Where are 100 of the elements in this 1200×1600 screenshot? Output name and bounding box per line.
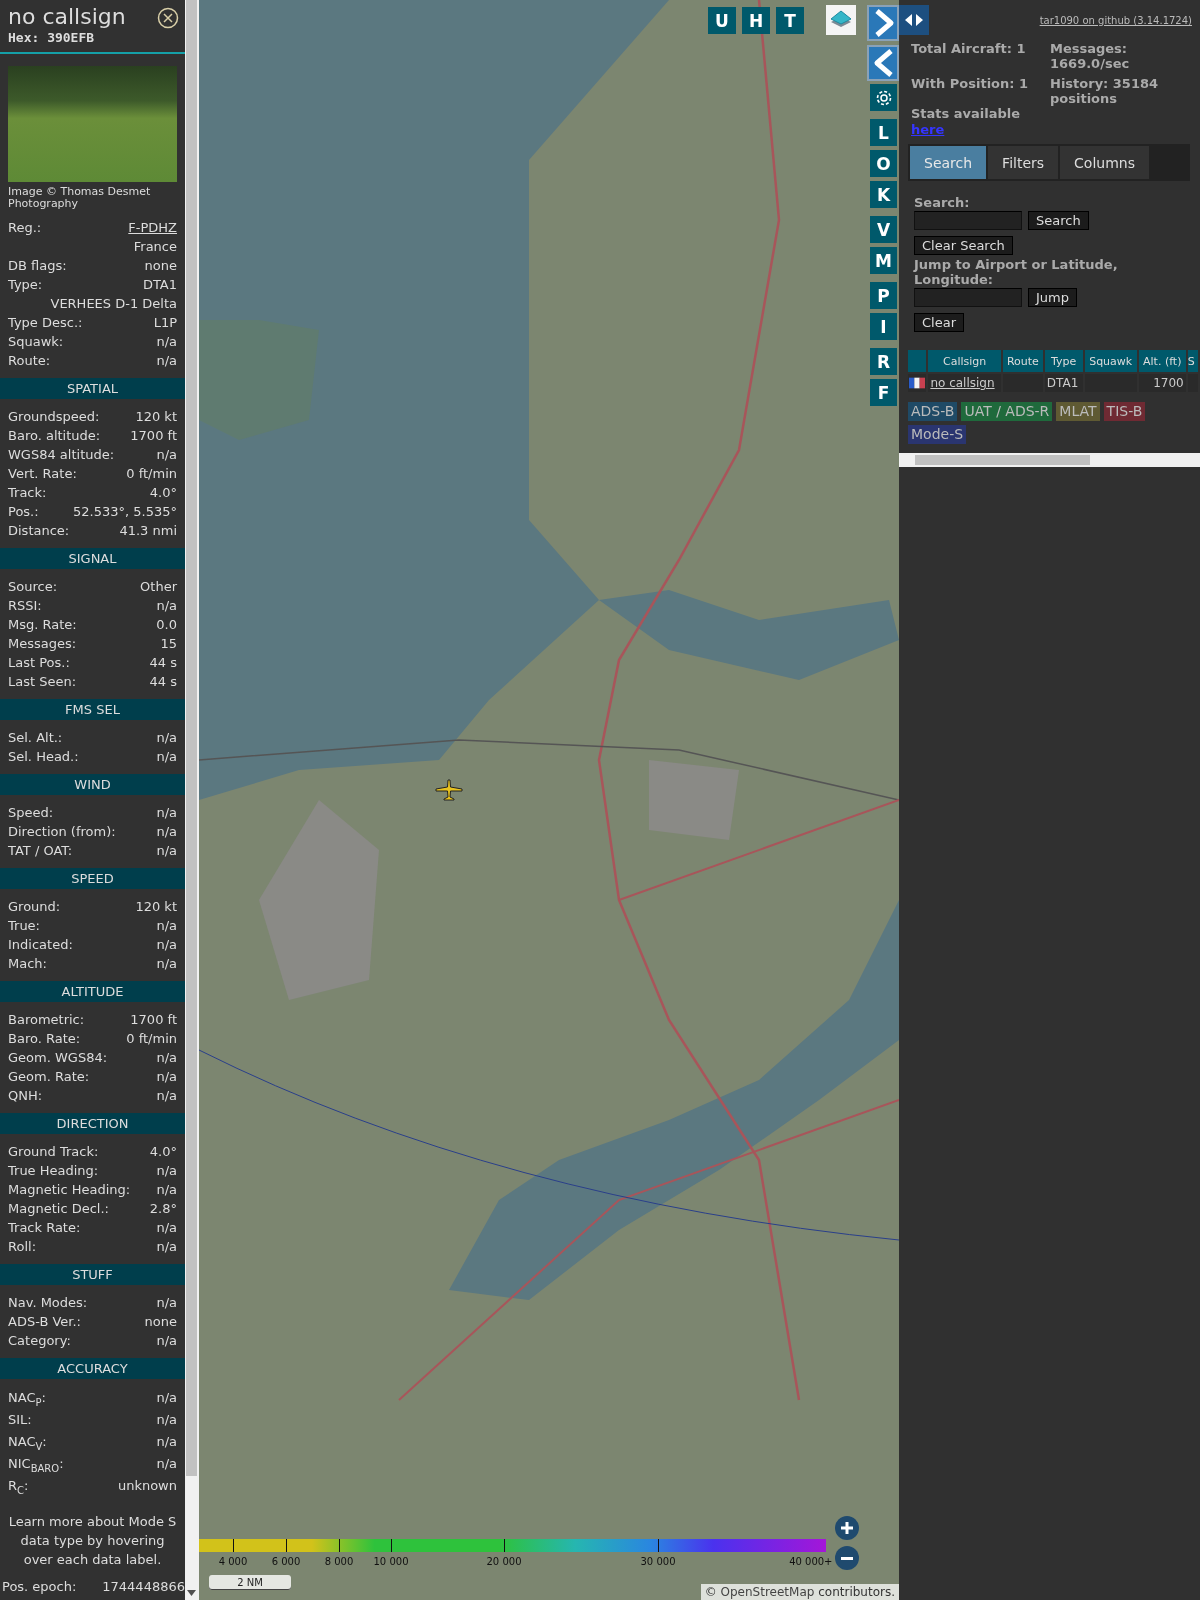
field-value: n/a	[156, 1411, 177, 1429]
clear-search-button[interactable]: Clear Search	[914, 236, 1013, 255]
field-label: Last Pos.:	[8, 654, 70, 672]
map-toggle-button[interactable]: O	[870, 150, 897, 177]
field-label: True:	[8, 917, 40, 935]
column-header[interactable]: Type	[1044, 350, 1083, 372]
search-field[interactable]	[914, 211, 1022, 230]
help-note: Learn more about Mode S data type by hovering over each data label.	[7, 1513, 178, 1569]
field-value: n/a	[156, 1238, 177, 1256]
field-value: n/a	[156, 1087, 177, 1105]
map-toggle-button[interactable]: P	[870, 282, 897, 309]
left-chevron-icon	[869, 47, 897, 79]
stat-text: Messages: 1669.0/sec	[1050, 40, 1131, 71]
map-toggle-button[interactable]: L	[870, 119, 897, 146]
field-value: 0 ft/min	[126, 465, 177, 483]
column-header[interactable]: Route	[1002, 350, 1043, 372]
field-label: Indicated:	[8, 936, 73, 954]
map-toggle-button[interactable]: V	[870, 216, 897, 243]
field-label: Barometric:	[8, 1011, 85, 1029]
field-label: QNH:	[8, 1087, 43, 1105]
altitude-label: 6 000	[271, 1556, 301, 1567]
column-header[interactable]: S	[1187, 350, 1198, 372]
map-toggle-button[interactable]: R	[870, 348, 897, 375]
panel-toggle-button[interactable]	[899, 5, 929, 35]
map-toggle-button[interactable]: M	[870, 247, 897, 274]
field-label: Speed:	[8, 804, 54, 822]
field-value: 1700 ft	[130, 427, 177, 445]
field-value: n/a	[156, 1162, 177, 1180]
field-label: NIC$_{BARO}$:	[8, 1455, 64, 1475]
openstreetmap-link[interactable]: OpenStreetMap	[720, 1585, 815, 1599]
field-value: n/a	[156, 955, 177, 973]
source-tag: Mode-S	[908, 425, 967, 444]
field-value: n/a	[156, 446, 177, 464]
field-value: n/a	[156, 804, 177, 822]
field-value: 15	[160, 635, 177, 653]
field-value: n/a	[156, 729, 177, 747]
field-value: n/a	[156, 597, 177, 615]
field-label: NAC$_{P}$:	[8, 1389, 46, 1409]
field-value: VERHEES D-1 Delta	[50, 295, 177, 313]
registration-link[interactable]: F-PDHZ	[128, 218, 177, 237]
tab[interactable]: Search	[910, 146, 987, 179]
field-label: Track:	[8, 484, 47, 502]
map-toggle-button[interactable]: K	[870, 181, 897, 208]
aircraft-icon[interactable]	[435, 778, 463, 802]
field-value: n/a	[156, 1389, 177, 1407]
field-label: RSSI:	[8, 597, 42, 615]
settings-button[interactable]	[870, 84, 897, 111]
jump-button[interactable]: Jump	[1028, 288, 1077, 307]
github-link[interactable]: tar1090 on github (3.14.1724)	[1039, 15, 1192, 26]
field-label: Groundspeed:	[8, 408, 100, 426]
field-label: Msg. Rate:	[8, 616, 77, 634]
field-value: n/a	[156, 748, 177, 766]
altitude-label: 40 000+	[789, 1556, 833, 1567]
previous-button[interactable]	[867, 45, 899, 81]
tab[interactable]: Columns	[1060, 146, 1149, 179]
field-label: Route:	[8, 352, 51, 370]
field-label: Ground Track:	[8, 1143, 99, 1161]
section-header: SPATIAL	[0, 378, 185, 399]
tab[interactable]: Filters	[988, 146, 1059, 179]
source-tag: ADS-B	[908, 402, 958, 421]
scale-bar: 2 NM	[209, 1575, 291, 1590]
field-value: 52.533°, 5.535°	[73, 503, 177, 521]
close-icon[interactable]	[157, 7, 179, 29]
field-value: L1P	[153, 314, 177, 332]
scroll-down-arrow-icon[interactable]	[187, 1590, 196, 1596]
field-label: R$_{C}$:	[8, 1477, 29, 1497]
altitude-label: 8 000	[324, 1556, 354, 1567]
altitude-label: 20 000	[486, 1556, 522, 1567]
stat-text: History: 35184 positions	[1050, 75, 1160, 106]
flag-icon	[909, 377, 925, 389]
map-toggle-button[interactable]: U	[708, 7, 736, 34]
layers-button[interactable]	[826, 5, 856, 35]
field-label: Baro. altitude:	[8, 427, 101, 445]
clear-button[interactable]: Clear	[914, 313, 964, 332]
horizontal-scrollbar[interactable]	[899, 453, 1200, 467]
scrollbar[interactable]	[185, 0, 199, 1600]
field-label: Direction (from):	[8, 823, 116, 841]
field-value: 120 kt	[135, 408, 177, 426]
location-field[interactable]	[914, 288, 1022, 307]
map-toggle-button[interactable]: F	[870, 379, 897, 406]
scrollbar-thumb[interactable]	[915, 455, 1090, 465]
field-value: 0.0	[156, 616, 177, 634]
map-toggle-button[interactable]: I	[870, 313, 897, 340]
next-button[interactable]	[867, 5, 899, 41]
field-value: n/a	[156, 823, 177, 841]
scrollbar-thumb[interactable]	[186, 0, 197, 1476]
search-button[interactable]: Search	[1028, 211, 1089, 230]
map-toggle-button[interactable]: T	[776, 7, 804, 34]
section-header: DIRECTION	[0, 1113, 185, 1134]
field-label: Jump to Airport or Latitude, Longitude:	[914, 257, 1119, 287]
section-header: WIND	[0, 774, 185, 795]
column-header[interactable]: Squawk	[1084, 350, 1137, 372]
field-label: Baro. Rate:	[8, 1030, 81, 1048]
field-value: 1744448866	[102, 1578, 185, 1596]
field-label: SIL:	[8, 1411, 32, 1429]
field-value: n/a	[156, 1219, 177, 1237]
column-header[interactable]: Callsign	[928, 350, 1001, 372]
map-toggle-button[interactable]: H	[742, 7, 770, 34]
column-header[interactable]: Alt. (ft)	[1138, 350, 1186, 372]
field-value: n/a	[156, 936, 177, 954]
